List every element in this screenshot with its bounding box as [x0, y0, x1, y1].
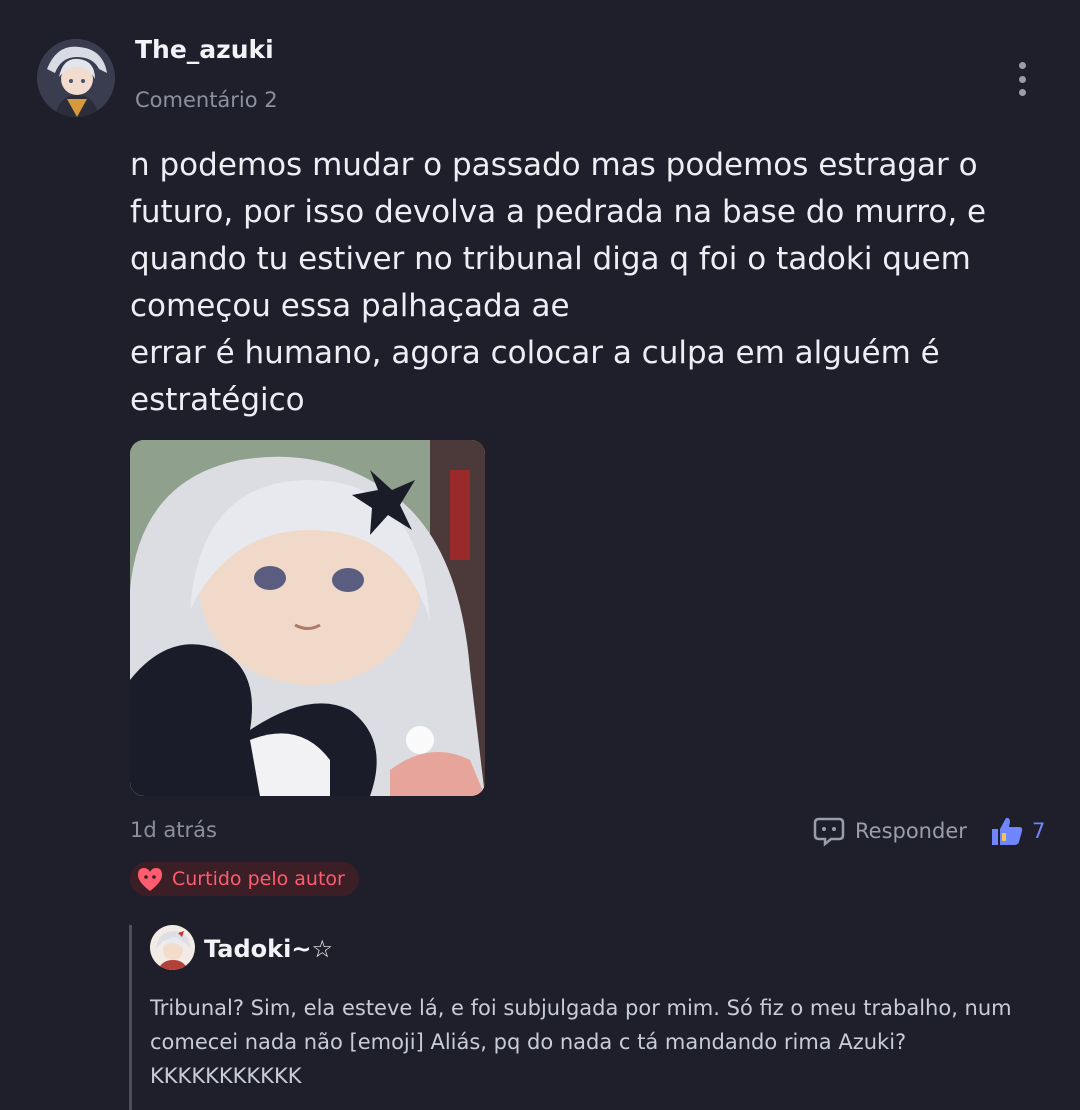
author-liked-badge: Curtido pelo autor: [130, 862, 359, 896]
heart-face-icon: [138, 868, 162, 891]
avatar-illustration: [37, 39, 115, 117]
avatar-illustration: [150, 925, 195, 970]
like-button[interactable]: 7: [988, 815, 1045, 847]
thumbs-up-icon: [992, 817, 1023, 845]
reply-thread: Tadoki~☆ Tribunal? Sim, ela esteve lá, e…: [129, 925, 1062, 1110]
reply-button[interactable]: Responder: [813, 815, 967, 847]
comment-body: n podemos mudar o passado mas podemos es…: [130, 142, 1030, 424]
comment-line: errar é humano, agora colocar a culpa em…: [130, 335, 940, 418]
comment-subtitle: Comentário 2: [135, 88, 278, 112]
author-avatar[interactable]: [37, 39, 115, 117]
comment-page: The_azuki Comentário 2 n podemos mudar o…: [0, 0, 1080, 1110]
reply-author-name[interactable]: Tadoki~☆: [204, 935, 333, 963]
comment-image[interactable]: [130, 440, 485, 796]
author-name[interactable]: The_azuki: [135, 35, 274, 64]
like-count: 7: [1032, 819, 1046, 843]
comment-timestamp: 1d atrás: [130, 818, 217, 842]
speech-bubble-icon: [813, 817, 845, 847]
more-vertical-icon[interactable]: [1010, 62, 1034, 96]
reply-body: Tribunal? Sim, ela esteve lá, e foi subj…: [150, 996, 1012, 1088]
comment-line: n podemos mudar o passado mas podemos es…: [130, 147, 987, 324]
anime-character-illustration: [130, 440, 485, 796]
author-liked-label: Curtido pelo autor: [172, 868, 345, 890]
reply-label: Responder: [855, 819, 967, 843]
reply-avatar[interactable]: [150, 925, 195, 970]
